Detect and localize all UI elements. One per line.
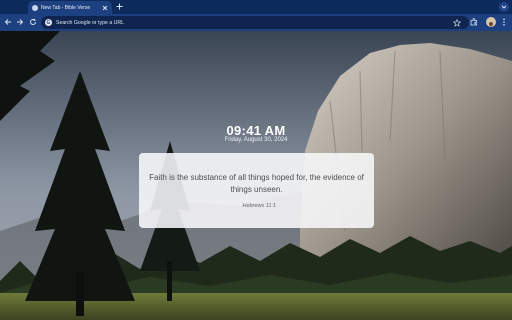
omnibox[interactable]: G Search Google or type a URL — [41, 16, 469, 29]
kebab-menu-icon — [503, 18, 505, 26]
menu-button[interactable] — [499, 17, 509, 27]
verse-card: Faith is the substance of all things hop… — [139, 153, 374, 228]
bookmark-button[interactable] — [452, 18, 461, 27]
new-tab-button[interactable] — [115, 2, 124, 11]
toolbar: G Search Google or type a URL — [0, 14, 512, 31]
arrow-left-icon — [4, 19, 11, 25]
reload-icon — [30, 18, 36, 25]
chevron-down-icon — [501, 5, 507, 9]
puzzle-icon — [470, 18, 477, 26]
new-tab-page: 09:41 AM Friday, August 30, 2024 Faith i… — [0, 31, 512, 320]
date: Friday, August 30, 2024 — [224, 137, 288, 143]
clock: 09:41 AM — [226, 123, 286, 138]
back-button[interactable] — [3, 17, 13, 27]
google-icon: G — [45, 19, 52, 26]
plus-icon — [116, 3, 123, 10]
tab-search-button[interactable] — [499, 2, 509, 12]
verse-reference: Hebrews 11:1 — [242, 203, 276, 209]
forward-button[interactable] — [15, 17, 25, 27]
tab-title: New Tab - Bible Verse — [41, 4, 91, 11]
tab-active[interactable]: New Tab - Bible Verse — [28, 1, 112, 14]
bible-icon — [32, 4, 38, 11]
reload-button[interactable] — [28, 17, 38, 27]
star-icon — [452, 18, 461, 27]
close-icon[interactable] — [101, 4, 109, 12]
omnibox-placeholder: Search Google or type a URL — [56, 19, 125, 26]
tab-strip: New Tab - Bible Verse — [0, 0, 512, 14]
extensions-button[interactable] — [469, 17, 479, 27]
verse-text: Faith is the substance of all things hop… — [149, 173, 364, 194]
arrow-right-icon — [17, 19, 24, 25]
avatar[interactable] — [486, 17, 496, 27]
